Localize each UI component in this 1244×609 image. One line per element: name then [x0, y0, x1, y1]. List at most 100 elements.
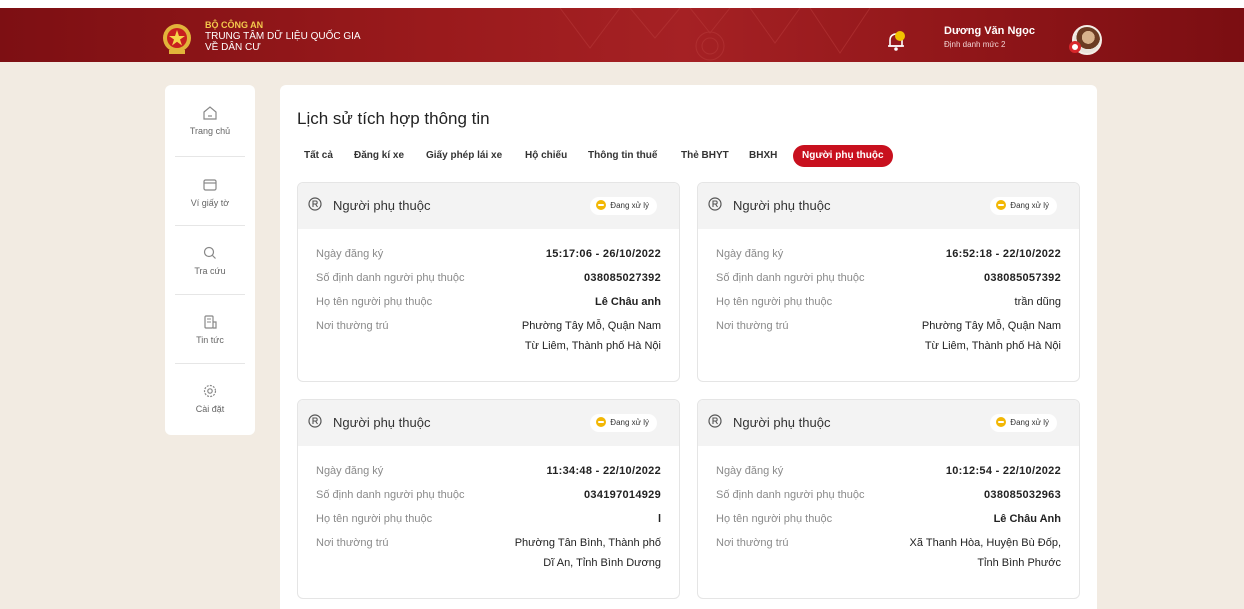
notification-bell-icon[interactable]: [885, 30, 907, 52]
card-header: Người phụ thuộc Đang xử lý: [298, 183, 679, 229]
registered-icon: [708, 197, 722, 211]
user-name[interactable]: Dương Văn Ngọc: [944, 25, 1035, 37]
value-address: Phường Tây Mỗ, Quận Nam Từ Liêm, Thành p…: [522, 316, 661, 356]
main-panel: Lịch sử tích hợp thông tin Tất cả Đăng k…: [280, 85, 1097, 609]
org-line-3: VỀ DÂN CƯ: [205, 42, 261, 53]
address-line-1: Xã Thanh Hòa, Huyện Bù Đốp,: [909, 537, 1061, 549]
tab-driving-license[interactable]: Giấy phép lái xe: [426, 145, 502, 167]
card-title: Người phụ thuộc: [733, 415, 831, 430]
card-header: Người phụ thuộc Đang xử lý: [698, 400, 1079, 446]
value-address: Xã Thanh Hòa, Huyện Bù Đốp, Tỉnh Bình Ph…: [910, 533, 1061, 573]
label-address: Nơi thường trú: [716, 537, 789, 549]
address-line-2: Tỉnh Bình Phước: [977, 557, 1061, 569]
sidebar-item-settings[interactable]: Cài đặt: [165, 363, 255, 431]
status-text: Đang xử lý: [1010, 418, 1049, 427]
header-pattern: [559, 8, 871, 61]
national-emblem-logo: [163, 24, 191, 54]
status-text: Đang xử lý: [610, 418, 649, 427]
gear-icon: [203, 384, 217, 398]
label-address: Nơi thường trú: [716, 320, 789, 332]
card-title: Người phụ thuộc: [333, 198, 431, 213]
pending-icon: [996, 417, 1007, 427]
org-name: BỘ CÔNG AN TRUNG TÂM DỮ LIỆU QUỐC GIA VỀ…: [205, 20, 361, 53]
pending-icon: [596, 417, 607, 427]
value-id: 038085027392: [583, 272, 661, 284]
address-line-2: Từ Liêm, Thành phố Hà Nội: [924, 340, 1061, 352]
label-name: Họ tên người phụ thuộc: [316, 513, 433, 525]
label-date: Ngày đăng ký: [716, 465, 784, 477]
status-badge: Đang xử lý: [590, 414, 657, 432]
label-id: Số định danh người phụ thuộc: [716, 272, 865, 284]
label-name: Họ tên người phụ thuộc: [716, 296, 833, 308]
card-header: Người phụ thuộc Đang xử lý: [698, 183, 1079, 229]
dependent-card[interactable]: Người phụ thuộc Đang xử lý Ngày đăng ký …: [297, 399, 680, 599]
sidebar-item-search[interactable]: Tra cứu: [165, 225, 255, 293]
org-line-1: BỘ CÔNG AN: [205, 20, 264, 30]
status-text: Đang xử lý: [1010, 201, 1049, 210]
wallet-icon: [203, 179, 217, 191]
address-line-1: Phường Tây Mỗ, Quận Nam: [921, 320, 1061, 332]
value-id: 038085032963: [983, 489, 1061, 501]
registered-icon: [708, 414, 722, 428]
card-title: Người phụ thuộc: [333, 415, 431, 430]
pending-icon: [596, 200, 607, 210]
value-name: l: [657, 513, 661, 525]
avatar-status-dot: [1069, 41, 1081, 53]
label-date: Ngày đăng ký: [316, 465, 384, 477]
dependent-card[interactable]: Người phụ thuộc Đang xử lý Ngày đăng ký …: [297, 182, 680, 382]
label-id: Số định danh người phụ thuộc: [316, 489, 465, 501]
value-date: 10:12:54 - 22/10/2022: [945, 465, 1061, 477]
value-name: Lê Châu Anh: [993, 513, 1061, 525]
news-icon: [204, 315, 217, 329]
sidebar-item-label: Tra cứu: [194, 266, 226, 276]
address-line-2: Dĩ An, Tỉnh Bình Dương: [543, 557, 661, 569]
tab-all[interactable]: Tất cả: [304, 145, 333, 167]
tab-tax-info[interactable]: Thông tin thuế: [588, 145, 657, 167]
label-address: Nơi thường trú: [316, 320, 389, 332]
top-strip: [0, 0, 1244, 8]
sidebar-item-news[interactable]: Tin tức: [165, 294, 255, 362]
sidebar-item-label: Trang chủ: [189, 126, 231, 136]
tab-health-insurance[interactable]: Thẻ BHYT: [681, 145, 729, 167]
search-icon: [203, 246, 216, 259]
tab-dependents[interactable]: Người phụ thuộc: [793, 145, 893, 167]
value-name: trần dũng: [1014, 296, 1061, 308]
app-header: BỘ CÔNG AN TRUNG TÂM DỮ LIỆU QUỐC GIA VỀ…: [0, 8, 1244, 62]
sidebar-item-wallet[interactable]: Ví giấy tờ: [165, 157, 255, 225]
status-badge: Đang xử lý: [990, 197, 1057, 215]
status-badge: Đang xử lý: [590, 197, 657, 215]
label-id: Số định danh người phụ thuộc: [316, 272, 465, 284]
sidebar-item-home[interactable]: Trang chủ: [165, 85, 255, 153]
label-date: Ngày đăng ký: [316, 248, 384, 260]
status-text: Đang xử lý: [610, 201, 649, 210]
value-date: 11:34:48 - 22/10/2022: [546, 465, 661, 477]
value-date: 16:52:18 - 22/10/2022: [945, 248, 1061, 260]
sidebar-item-label: Ví giấy tờ: [190, 198, 230, 208]
tab-vehicle-registration[interactable]: Đăng kí xe: [354, 145, 404, 167]
user-level: Định danh mức 2: [944, 40, 1006, 49]
address-line-1: Phường Tây Mỗ, Quận Nam: [521, 320, 661, 332]
sidebar-item-label: Cài đặt: [195, 404, 225, 414]
label-name: Họ tên người phụ thuộc: [316, 296, 433, 308]
status-badge: Đang xử lý: [990, 414, 1057, 432]
org-line-2: TRUNG TÂM DỮ LIỆU QUỐC GIA: [205, 31, 361, 42]
label-id: Số định danh người phụ thuộc: [716, 489, 865, 501]
registered-icon: [308, 197, 322, 211]
value-name: Lê Châu anh: [594, 296, 661, 308]
sidebar-item-label: Tin tức: [196, 335, 224, 345]
value-date: 15:17:06 - 26/10/2022: [545, 248, 661, 260]
address-line-2: Từ Liêm, Thành phố Hà Nội: [524, 340, 661, 352]
dependent-card[interactable]: Người phụ thuộc Đang xử lý Ngày đăng ký …: [697, 399, 1080, 599]
tab-passport[interactable]: Hộ chiếu: [525, 145, 567, 167]
tab-social-insurance[interactable]: BHXH: [749, 145, 777, 167]
card-title: Người phụ thuộc: [733, 198, 831, 213]
pending-icon: [996, 200, 1007, 210]
label-date: Ngày đăng ký: [716, 248, 784, 260]
value-id: 034197014929: [583, 489, 661, 501]
value-id: 038085057392: [983, 272, 1061, 284]
card-header: Người phụ thuộc Đang xử lý: [298, 400, 679, 446]
label-address: Nơi thường trú: [316, 537, 389, 549]
dependent-card[interactable]: Người phụ thuộc Đang xử lý Ngày đăng ký …: [697, 182, 1080, 382]
value-address: Phường Tân Bình, Thành phố Dĩ An, Tỉnh B…: [515, 533, 661, 573]
registered-icon: [308, 414, 322, 428]
